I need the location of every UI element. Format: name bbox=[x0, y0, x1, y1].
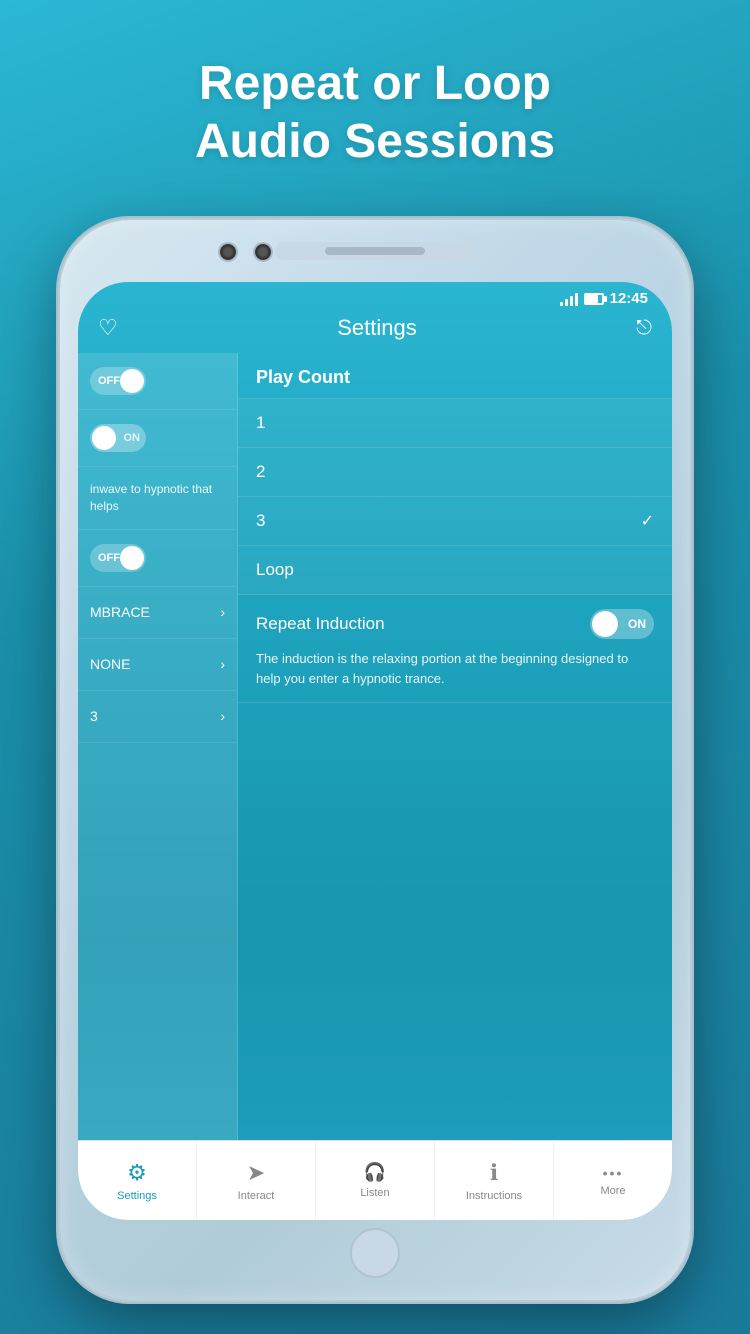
header-title: Settings bbox=[337, 315, 417, 341]
chevron-right-icon: › bbox=[220, 604, 225, 620]
info-icon: ℹ bbox=[490, 1160, 498, 1186]
battery-icon bbox=[584, 293, 604, 305]
checkmark-icon: ✓ bbox=[641, 511, 654, 531]
settings-icon: ⚙ bbox=[127, 1160, 147, 1186]
main-content: OFF ON inwave to hypnotic that helps OF bbox=[78, 353, 672, 1161]
repeat-induction-section: Repeat Induction ON The induction is the… bbox=[238, 595, 672, 703]
phone-camera-right bbox=[255, 244, 271, 260]
left-panel: OFF ON inwave to hypnotic that helps OF bbox=[78, 353, 238, 1161]
phone-frame: 12:45 ♡ Settings ⎋ OFF bbox=[60, 220, 690, 1300]
play-count-item-1[interactable]: 1 bbox=[238, 399, 672, 448]
nav-label-instructions: Instructions bbox=[466, 1190, 522, 1202]
page-title: Repeat or Loop Audio Sessions bbox=[0, 0, 750, 170]
toggle-row-1[interactable]: OFF bbox=[78, 353, 237, 410]
play-count-item-loop[interactable]: Loop bbox=[238, 546, 672, 595]
nav-label-interact: Interact bbox=[238, 1190, 275, 1202]
nav-item-listen[interactable]: 🎧 Listen bbox=[316, 1141, 435, 1220]
nav-item-settings[interactable]: ⚙ Settings bbox=[78, 1141, 197, 1220]
clock: 12:45 bbox=[610, 290, 648, 307]
play-count-item-3[interactable]: 3 ✓ bbox=[238, 497, 672, 546]
description-row: inwave to hypnotic that helps bbox=[78, 467, 237, 530]
nav-item-interact[interactable]: ➤ Interact bbox=[197, 1141, 316, 1220]
repeat-induction-toggle[interactable]: ON bbox=[590, 609, 654, 639]
toggle-row-2[interactable]: ON bbox=[78, 410, 237, 467]
phone-camera-left bbox=[220, 244, 236, 260]
nav-label-listen: Listen bbox=[360, 1187, 389, 1199]
play-count-item-2[interactable]: 2 bbox=[238, 448, 672, 497]
interact-icon: ➤ bbox=[247, 1160, 265, 1186]
app-header: ♡ Settings ⎋ bbox=[78, 311, 672, 353]
bottom-nav: ⚙ Settings ➤ Interact 🎧 Listen ℹ Instruc… bbox=[78, 1140, 672, 1220]
nav-item-instructions[interactable]: ℹ Instructions bbox=[435, 1141, 554, 1220]
nav-label-settings: Settings bbox=[117, 1190, 157, 1202]
repeat-induction-label: Repeat Induction bbox=[256, 614, 385, 634]
toggle-row-3[interactable]: OFF bbox=[78, 530, 237, 587]
phone-speaker bbox=[275, 242, 475, 260]
headphones-icon: 🎧 bbox=[364, 1162, 386, 1183]
repeat-induction-description: The induction is the relaxing portion at… bbox=[256, 649, 654, 688]
signal-icon bbox=[560, 292, 578, 306]
nav-label-more: More bbox=[600, 1185, 625, 1197]
share-icon[interactable]: ⎋ bbox=[636, 317, 652, 340]
status-bar: 12:45 bbox=[78, 282, 672, 311]
none-row[interactable]: NONE › bbox=[78, 639, 237, 691]
nav-item-more[interactable]: ••• More bbox=[554, 1141, 672, 1220]
chevron-right-icon: › bbox=[220, 656, 225, 672]
phone-screen: 12:45 ♡ Settings ⎋ OFF bbox=[78, 282, 672, 1220]
more-icon: ••• bbox=[603, 1165, 624, 1181]
chevron-right-icon: › bbox=[220, 708, 225, 724]
embrace-row[interactable]: MBRACE › bbox=[78, 587, 237, 639]
play-count-header: Play Count bbox=[238, 353, 672, 399]
count-row[interactable]: 3 › bbox=[78, 691, 237, 743]
right-panel: Play Count 1 2 3 ✓ Loop Repeat I bbox=[238, 353, 672, 1161]
heart-icon[interactable]: ♡ bbox=[98, 315, 118, 341]
phone-home-button[interactable] bbox=[350, 1228, 400, 1278]
